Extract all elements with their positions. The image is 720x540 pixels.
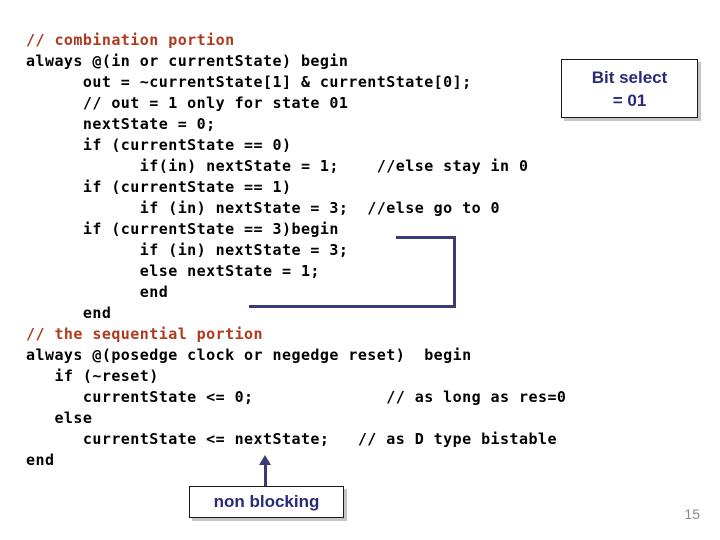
code-line: if (~reset) — [26, 367, 159, 385]
non-blocking-callout: non blocking — [189, 486, 344, 518]
non-blocking-callout-label: non blocking — [213, 492, 320, 511]
page-number: 15 — [684, 506, 700, 522]
code-line: always @(posedge clock or negedge reset)… — [26, 346, 472, 364]
code-line: // the sequential portion — [26, 325, 264, 343]
code-line: else nextState = 1; — [26, 262, 320, 280]
non-blocking-arrow-shaft — [264, 463, 267, 487]
slide-canvas: // combination portion always @(in or cur… — [0, 0, 720, 540]
begin-end-bracket-right-segment — [453, 236, 456, 308]
code-line: end — [26, 283, 169, 301]
bit-select-callout: Bit select = 01 — [561, 59, 698, 118]
bit-select-callout-line-2: = 01 — [612, 91, 647, 110]
code-line: if (in) nextState = 3; — [26, 241, 349, 259]
code-line: if (currentState == 0) — [26, 136, 292, 154]
code-line: if(in) nextState = 1; //else stay in 0 — [26, 157, 529, 175]
code-line: currentState <= 0; // as long as res=0 — [26, 388, 567, 406]
code-line: if (currentState == 1) — [26, 178, 292, 196]
code-line: currentState <= nextState; // as D type … — [26, 430, 557, 448]
bit-select-callout-line-1: Bit select — [591, 68, 668, 87]
code-line: if (in) nextState = 3; //else go to 0 — [26, 199, 501, 217]
code-line: else — [26, 409, 93, 427]
begin-end-bracket-bottom-segment — [249, 305, 456, 308]
code-line: end — [26, 451, 55, 469]
code-line: if (currentState == 3)begin — [26, 220, 339, 238]
begin-end-bracket-top-segment — [396, 236, 456, 239]
code-line: // combination portion — [26, 31, 235, 49]
